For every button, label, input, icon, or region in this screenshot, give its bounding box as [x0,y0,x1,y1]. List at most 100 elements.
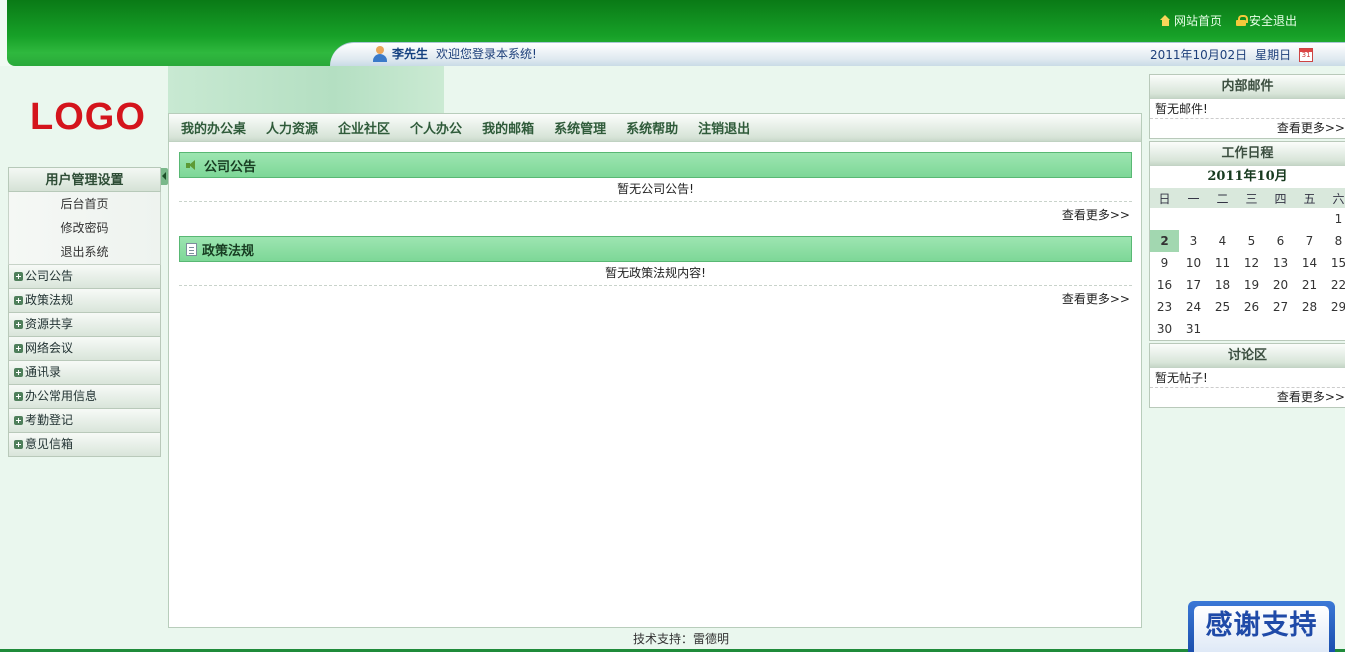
nav-system-admin[interactable]: 系统管理 [554,118,606,137]
calendar-week-row: 16 17 18 19 20 21 22 [1150,274,1345,296]
sidebar: 用户管理设置 后台首页 修改密码 退出系统 公司公告 政策法规 资源共享 网络会… [8,167,168,457]
site-home-label: 网站首页 [1173,14,1222,28]
calendar-day[interactable]: 21 [1295,274,1324,296]
calendar-day[interactable]: 31 [1179,318,1208,340]
current-date: 2011年10月02日 [1150,48,1248,62]
weekday-header: 一 [1179,188,1208,208]
main-nav: 我的办公桌 人力资源 企业社区 个人办公 我的邮箱 系统管理 系统帮助 注销退出 [169,114,1141,142]
calendar-day[interactable]: 10 [1179,252,1208,274]
calendar-day[interactable]: 24 [1179,296,1208,318]
calendar-day[interactable]: 13 [1266,252,1295,274]
calendar-day[interactable]: 9 [1150,252,1179,274]
sidebar-item-announcements[interactable]: 公司公告 [8,265,161,289]
policies-empty: 暂无政策法规内容! [179,262,1132,286]
calendar-day[interactable]: 6 [1266,230,1295,252]
date-display: 2011年10月02日 星期日 31 [1150,46,1314,63]
safe-exit-link[interactable]: 安全退出 [1235,12,1297,29]
calendar-day[interactable]: 28 [1295,296,1324,318]
sidebar-item-meetings[interactable]: 网络会议 [8,337,161,361]
calendar-day[interactable]: 27 [1266,296,1295,318]
sidebar-item-contacts[interactable]: 通讯录 [8,361,161,385]
nav-community[interactable]: 企业社区 [338,118,390,137]
document-icon [186,242,197,256]
calendar-grid: 日 一 二 三 四 五 六 1 2 3 4 5 6 7 8 9 10 11 12 13 14 15 16 17 1… [1150,188,1345,340]
announcements-more-link[interactable]: 查看更多>> [179,202,1132,230]
calendar-day[interactable]: 3 [1179,230,1208,252]
policies-more-link[interactable]: 查看更多>> [179,286,1132,314]
calendar-day[interactable]: 1 [1324,208,1345,230]
current-weekday: 星期日 [1255,48,1292,62]
calendar-day[interactable]: 7 [1295,230,1324,252]
calendar-day[interactable]: 11 [1208,252,1237,274]
sidebar-item-attendance[interactable]: 考勤登记 [8,409,161,433]
mail-empty: 暂无邮件! [1150,99,1345,119]
forum-more-link[interactable]: 查看更多>> [1150,388,1345,407]
calendar-day[interactable]: 4 [1208,230,1237,252]
nav-hr[interactable]: 人力资源 [266,118,318,137]
expand-plus-icon [14,416,23,425]
mail-more-link[interactable]: 查看更多>> [1150,119,1345,138]
sidebar-item-admin-home[interactable]: 后台首页 [9,192,160,216]
sidebar-item-change-password[interactable]: 修改密码 [9,216,160,240]
calendar-empty-cell [1295,208,1324,230]
calendar-week-row: 1 [1150,208,1345,230]
sidebar-title[interactable]: 用户管理设置 [8,167,168,192]
sidebar-item-policies[interactable]: 政策法规 [8,289,161,313]
calendar-day[interactable]: 5 [1237,230,1266,252]
weekday-header: 日 [1150,188,1179,208]
calendar-day[interactable]: 8 [1324,230,1345,252]
calendar-day[interactable]: 12 [1237,252,1266,274]
calendar-day[interactable]: 15 [1324,252,1345,274]
sidebar-item-resources[interactable]: 资源共享 [8,313,161,337]
sidebar-submenu: 后台首页 修改密码 退出系统 [8,192,161,265]
forum-empty: 暂无帖子! [1150,368,1345,388]
calendar-day[interactable]: 20 [1266,274,1295,296]
sidebar-item-feedback[interactable]: 意见信箱 [8,433,161,457]
calendar-day[interactable]: 26 [1237,296,1266,318]
calendar-week-row: 30 31 [1150,318,1345,340]
main-panel: 我的办公桌 人力资源 企业社区 个人办公 我的邮箱 系统管理 系统帮助 注销退出… [168,113,1142,628]
policies-header: 政策法规 [179,236,1132,262]
announcements-header: 公司公告 [179,152,1132,178]
expand-plus-icon [14,368,23,377]
nav-system-help[interactable]: 系统帮助 [626,118,678,137]
calendar-day[interactable]: 30 [1150,318,1179,340]
calendar-weekday-row: 日 一 二 三 四 五 六 [1150,188,1345,208]
expand-plus-icon [14,440,23,449]
sidebar-item-logout[interactable]: 退出系统 [9,240,160,264]
calendar-day[interactable]: 2 [1150,230,1179,252]
thanks-badge[interactable]: 感谢支持 [1188,601,1335,652]
sidebar-item-label: 意见信箱 [25,437,74,451]
calendar-week-row: 23 24 25 26 27 28 29 [1150,296,1345,318]
nav-logout[interactable]: 注销退出 [698,118,750,137]
calendar-day[interactable]: 25 [1208,296,1237,318]
site-home-link[interactable]: 网站首页 [1159,12,1222,29]
policies-section: 政策法规 暂无政策法规内容! 查看更多>> [179,236,1132,314]
right-column: 内部邮件 暂无邮件! 查看更多>> 工作日程 2011年10月 日 一 二 三 … [1149,74,1345,410]
nav-my-mailbox[interactable]: 我的邮箱 [482,118,534,137]
calendar-day[interactable]: 23 [1150,296,1179,318]
calendar-empty-cell [1150,208,1179,230]
banner-strip [168,66,444,113]
calendar-icon[interactable]: 31 [1299,47,1314,62]
sidebar-item-office-info[interactable]: 办公常用信息 [8,385,161,409]
calendar-day[interactable]: 17 [1179,274,1208,296]
schedule-box: 工作日程 2011年10月 日 一 二 三 四 五 六 1 2 3 4 5 6 7 8 9 10 1… [1149,141,1345,341]
announcements-title: 公司公告 [204,159,257,175]
sidebar-item-label: 网络会议 [25,341,74,355]
calendar-day[interactable]: 19 [1237,274,1266,296]
calendar-day[interactable]: 18 [1208,274,1237,296]
sidebar-item-label: 政策法规 [25,293,74,307]
calendar-day[interactable]: 14 [1295,252,1324,274]
forum-box: 讨论区 暂无帖子! 查看更多>> [1149,343,1345,408]
calendar-empty-cell [1237,208,1266,230]
calendar-day[interactable]: 29 [1324,296,1345,318]
forum-title: 讨论区 [1150,344,1345,368]
collapse-sidebar-icon[interactable] [161,168,168,185]
calendar-days: 1 2 3 4 5 6 7 8 9 10 11 12 13 14 15 16 17 18 19 20 21 22 23 24 2… [1150,208,1345,340]
calendar-day[interactable]: 16 [1150,274,1179,296]
nav-personal-office[interactable]: 个人办公 [410,118,462,137]
calendar-day[interactable]: 22 [1324,274,1345,296]
nav-my-desk[interactable]: 我的办公桌 [181,118,246,137]
mail-title: 内部邮件 [1150,75,1345,99]
